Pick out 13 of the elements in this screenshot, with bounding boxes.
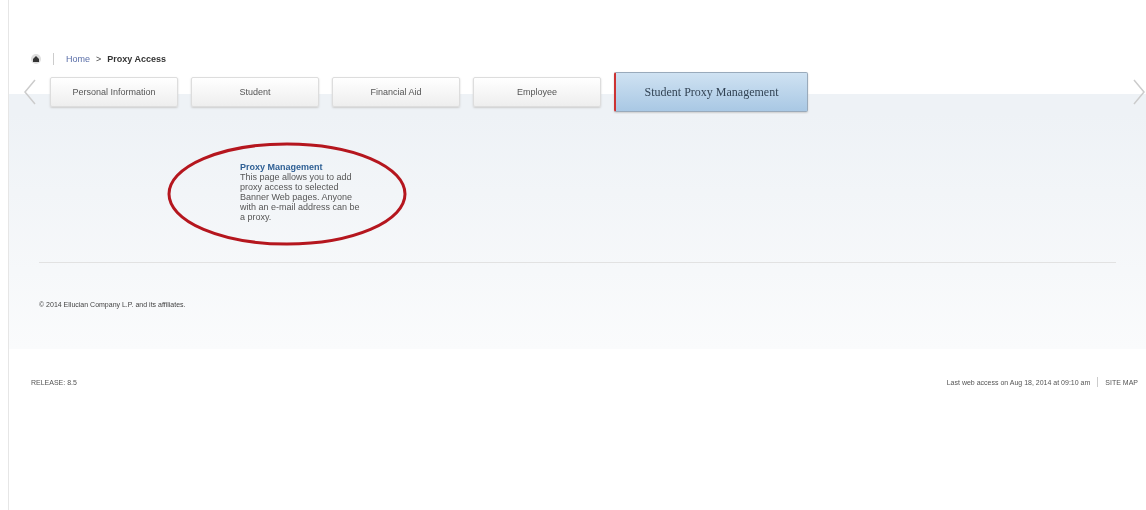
menu-link[interactable]: Proxy Management: [240, 162, 365, 172]
scroll-right-icon[interactable]: [1132, 77, 1146, 107]
menu-description: This page allows you to add proxy access to selected Banner Web pages. Anyone with an e-mail address can be a proxy.: [240, 172, 361, 222]
home-icon[interactable]: [31, 54, 41, 64]
nav-tab[interactable]: Employee: [473, 77, 601, 107]
nav-tab[interactable]: Personal Information: [50, 77, 178, 107]
nav-tab[interactable]: Student: [191, 77, 319, 107]
breadcrumb-separator: >: [96, 54, 102, 64]
breadcrumb-link[interactable]: Home: [66, 54, 90, 64]
breadcrumb-current: Proxy Access: [107, 54, 166, 64]
nav-tab[interactable]: Financial Aid: [332, 77, 460, 107]
scroll-left-icon[interactable]: [23, 77, 37, 107]
nav-tab[interactable]: Student Proxy Management: [614, 72, 808, 112]
